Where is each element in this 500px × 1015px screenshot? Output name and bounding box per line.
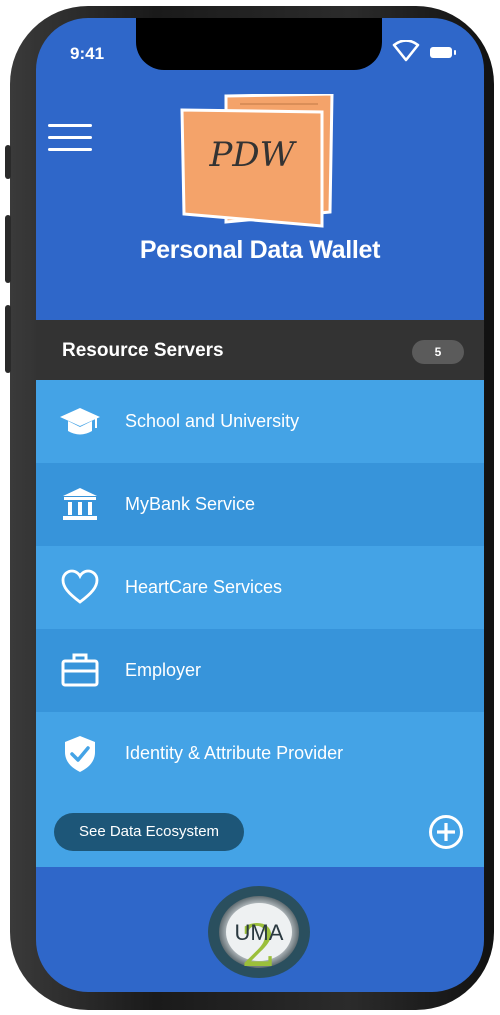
list-item-label: HeartCare Services <box>125 577 283 597</box>
heart-icon <box>61 569 99 604</box>
wifi-icon <box>392 40 420 62</box>
list-item-identity-provider[interactable]: Identity & Attribute Provider <box>36 712 484 795</box>
volume-up-button <box>5 215 11 283</box>
notch <box>136 18 382 70</box>
bank-icon <box>63 488 97 520</box>
add-circle-icon[interactable] <box>428 814 464 850</box>
count-badge: 5 <box>412 340 464 364</box>
volume-down-button <box>5 305 11 373</box>
uma-text: UMA <box>235 920 284 945</box>
resource-server-list: School and University MyBank Service Hea… <box>36 380 484 795</box>
hamburger-menu-icon[interactable] <box>48 124 92 154</box>
list-item-label: School and University <box>125 411 300 431</box>
see-data-ecosystem-button[interactable]: See Data Ecosystem <box>54 813 244 851</box>
section-title: Resource Servers <box>62 340 224 361</box>
app-screen: 9:41 PDW Personal Data Wallet Resource S… <box>36 18 484 992</box>
uma2-logo: 2 UMA <box>208 886 310 980</box>
shield-check-icon <box>65 736 95 772</box>
status-time: 9:41 <box>70 44 105 63</box>
list-item-employer[interactable]: Employer <box>36 629 484 712</box>
footer-bar: See Data Ecosystem <box>36 795 484 867</box>
battery-icon <box>430 47 456 58</box>
logo-text: PDW <box>208 135 297 175</box>
list-item-label: Employer <box>125 660 202 680</box>
graduation-cap-icon <box>60 408 100 435</box>
mute-switch <box>5 145 11 179</box>
briefcase-icon <box>61 653 99 687</box>
resource-servers-header: Resource Servers 5 <box>36 320 484 380</box>
app-title: Personal Data Wallet <box>139 236 381 264</box>
list-item-bank[interactable]: MyBank Service <box>36 463 484 546</box>
list-item-heartcare[interactable]: HeartCare Services <box>36 546 484 629</box>
pdw-wallet-logo: PDW <box>180 94 334 228</box>
list-item-school[interactable]: School and University <box>36 380 484 463</box>
list-item-label: MyBank Service <box>125 494 256 514</box>
list-item-label: Identity & Attribute Provider <box>125 743 344 763</box>
